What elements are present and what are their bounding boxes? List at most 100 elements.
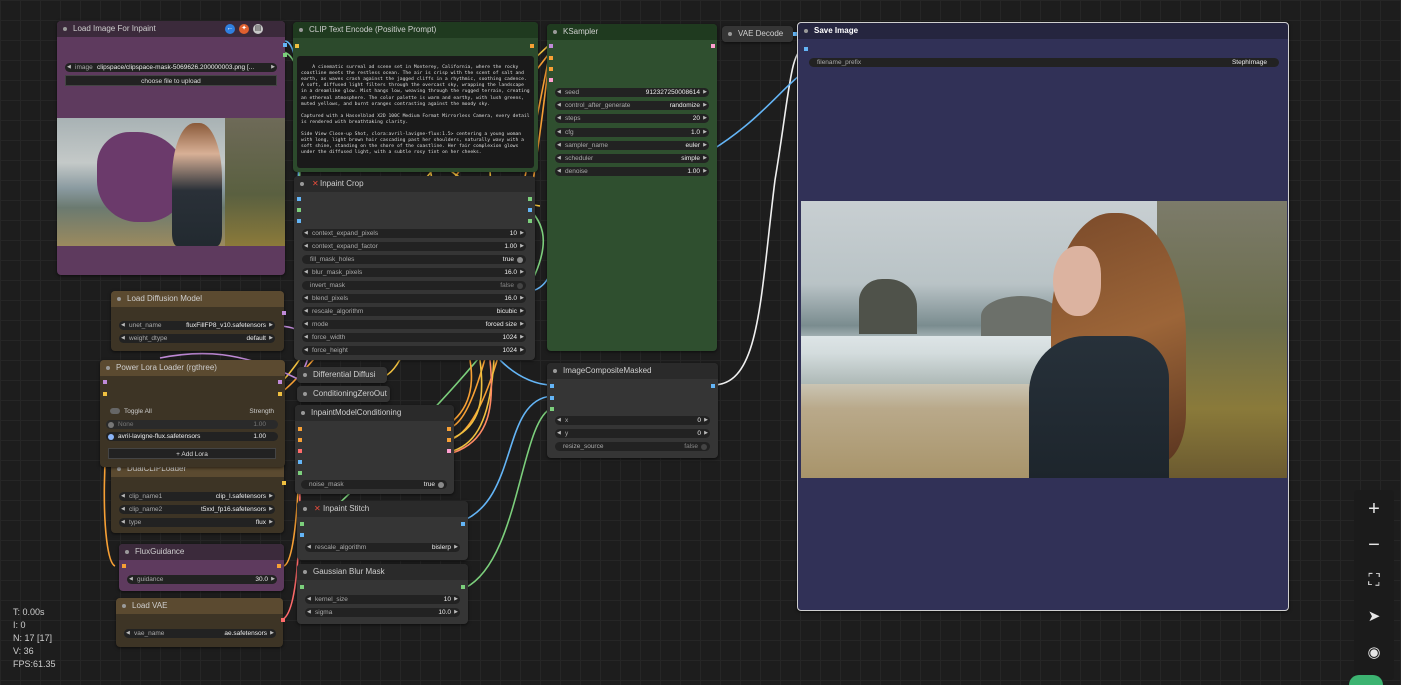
node-save-image[interactable]: Save Image filename_prefix StephImage bbox=[797, 22, 1289, 611]
lora-toggle-2[interactable] bbox=[108, 433, 114, 440]
output-slot-cropped-image[interactable] bbox=[528, 208, 532, 212]
output-slot-clip[interactable] bbox=[282, 481, 286, 485]
control-after-generate-select[interactable]: control_after_generaterandomize bbox=[555, 101, 709, 110]
output-slot-vae[interactable] bbox=[281, 618, 285, 622]
node-load-vae[interactable]: Load VAE vae_nameae.safetensors bbox=[116, 598, 285, 647]
output-slot-model[interactable] bbox=[278, 380, 282, 384]
noise-mask-toggle[interactable]: noise_mask true bbox=[301, 480, 447, 489]
input-slot-inpainted-image[interactable] bbox=[300, 533, 304, 537]
node-title[interactable]: Load VAE bbox=[116, 598, 283, 614]
input-slot-optional[interactable] bbox=[297, 219, 301, 223]
input-slot-destination[interactable] bbox=[550, 384, 554, 388]
invert-mask-toggle[interactable]: invert_mask false bbox=[302, 281, 526, 290]
type-select[interactable]: typeflux bbox=[119, 518, 275, 527]
fill-mask-holes-toggle[interactable]: fill_mask_holes true bbox=[302, 255, 526, 264]
node-title[interactable]: ImageCompositeMasked bbox=[547, 363, 718, 379]
node-title[interactable]: KSampler bbox=[547, 24, 717, 40]
lora-toggle-1[interactable] bbox=[108, 421, 114, 428]
node-inpaint-model-conditioning[interactable]: InpaintModelConditioning noise_mask true bbox=[295, 405, 454, 494]
node-title[interactable]: FluxGuidance bbox=[119, 544, 284, 560]
input-slot-source[interactable] bbox=[550, 396, 554, 400]
output-slot-mask[interactable] bbox=[283, 53, 287, 57]
node-power-lora-loader[interactable]: Power Lora Loader (rgthree) Toggle All S… bbox=[100, 360, 285, 467]
toggle-all-row[interactable]: Toggle All Strength bbox=[108, 407, 278, 416]
node-vae-decode[interactable]: VAE Decode bbox=[722, 26, 797, 42]
input-slot-mask[interactable] bbox=[300, 585, 304, 589]
output-slot-positive[interactable] bbox=[447, 427, 451, 431]
node-title[interactable]: Inpaint Stitch bbox=[297, 501, 468, 517]
lora-row-1[interactable]: None 1.00 bbox=[106, 420, 278, 429]
unet-name-select[interactable]: unet_namefluxFillFP8_v10.safetensors bbox=[119, 321, 275, 330]
node-title[interactable]: Gaussian Blur Mask bbox=[297, 564, 468, 580]
input-slot-model[interactable] bbox=[103, 380, 107, 384]
fire-icon[interactable]: ✦ bbox=[239, 24, 249, 34]
sigma-field[interactable]: sigma10.0 bbox=[305, 608, 460, 617]
node-flux-guidance[interactable]: FluxGuidance guidance30.0 bbox=[119, 544, 284, 591]
input-slot-model[interactable] bbox=[549, 44, 553, 48]
input-slot-image[interactable] bbox=[297, 197, 301, 201]
node-load-image-for-inpaint[interactable]: Load Image For Inpaint ← ✦ ▤ image clips… bbox=[57, 21, 287, 275]
vae-name-select[interactable]: vae_nameae.safetensors bbox=[124, 629, 276, 638]
context-expand-pixels-field[interactable]: context_expand_pixels10 bbox=[302, 229, 526, 238]
cfg-field[interactable]: cfg1.0 bbox=[555, 128, 709, 137]
choose-file-button[interactable]: choose file to upload bbox=[65, 75, 277, 86]
context-expand-factor-field[interactable]: context_expand_factor1.00 bbox=[302, 242, 526, 251]
add-lora-button[interactable]: + Add Lora bbox=[108, 448, 276, 459]
output-slot-latent[interactable] bbox=[711, 44, 715, 48]
zoom-out-icon[interactable]: − bbox=[1354, 530, 1394, 560]
blend-pixels-field[interactable]: blend_pixels16.0 bbox=[302, 294, 526, 303]
node-inpaint-crop[interactable]: Inpaint Crop context_expand_pixels10 con… bbox=[294, 176, 535, 360]
node-image-composite-masked[interactable]: ImageCompositeMasked x0 y0 resize_source… bbox=[547, 363, 718, 458]
document-icon[interactable]: ▤ bbox=[253, 24, 263, 34]
input-slot-images[interactable] bbox=[804, 47, 808, 51]
input-slot-mask[interactable] bbox=[297, 208, 301, 212]
node-differential-diffusion[interactable]: Differential Diffusi bbox=[297, 367, 387, 383]
disable-icon[interactable]: ✕ bbox=[312, 180, 319, 188]
input-slot-clip[interactable] bbox=[103, 392, 107, 396]
y-field[interactable]: y0 bbox=[555, 429, 710, 438]
resize-source-toggle[interactable]: resize_source false bbox=[555, 442, 710, 451]
node-dual-clip-loader[interactable]: DualCLIPLoader clip_name1clip_l.safetens… bbox=[111, 461, 286, 533]
input-slot-negative[interactable] bbox=[549, 67, 553, 71]
clip-name2-select[interactable]: clip_name2t5xxl_fp16.safetensors bbox=[119, 505, 275, 514]
input-slot-pixels[interactable] bbox=[298, 460, 302, 464]
status-indicator[interactable] bbox=[1349, 675, 1383, 685]
node-title[interactable]: Load Diffusion Model bbox=[111, 291, 284, 307]
force-height-field[interactable]: force_height1024 bbox=[302, 346, 526, 355]
sampler-name-select[interactable]: sampler_nameeuler bbox=[555, 141, 709, 150]
input-slot-vae[interactable] bbox=[298, 449, 302, 453]
output-slot-image[interactable] bbox=[461, 522, 465, 526]
node-load-diffusion-model[interactable]: Load Diffusion Model unet_namefluxFillFP… bbox=[111, 291, 286, 351]
node-title[interactable]: VAE Decode bbox=[722, 26, 793, 42]
select-tool-icon[interactable]: ➤ bbox=[1354, 602, 1394, 632]
fit-view-icon[interactable]: ⛶ bbox=[1354, 566, 1394, 596]
rescale-algorithm-select[interactable]: rescale_algorithmbicubic bbox=[302, 307, 526, 316]
toggle-all-switch[interactable] bbox=[110, 408, 120, 414]
input-slot-mask[interactable] bbox=[298, 471, 302, 475]
node-title[interactable]: CLIP Text Encode (Positive Prompt) bbox=[293, 22, 538, 38]
node-clip-text-encode[interactable]: CLIP Text Encode (Positive Prompt) A cin… bbox=[293, 22, 538, 172]
scheduler-select[interactable]: schedulersimple bbox=[555, 154, 709, 163]
output-slot-conditioning[interactable] bbox=[530, 44, 534, 48]
clip-name1-select[interactable]: clip_name1clip_l.safetensors bbox=[119, 492, 275, 501]
x-field[interactable]: x0 bbox=[555, 416, 710, 425]
input-slot-clip[interactable] bbox=[295, 44, 299, 48]
output-slot-mask[interactable] bbox=[461, 585, 465, 589]
input-slot-conditioning[interactable] bbox=[122, 564, 126, 568]
guidance-field[interactable]: guidance30.0 bbox=[127, 575, 277, 584]
output-slot-image[interactable] bbox=[711, 384, 715, 388]
output-slot-clip[interactable] bbox=[278, 392, 282, 396]
eye-icon[interactable]: ◉ bbox=[1354, 638, 1394, 668]
disable-icon[interactable]: ✕ bbox=[314, 505, 321, 513]
node-title[interactable]: Inpaint Crop bbox=[294, 176, 535, 192]
filename-prefix-field[interactable]: filename_prefix StephImage bbox=[809, 58, 1279, 67]
input-slot-negative[interactable] bbox=[298, 438, 302, 442]
stitch-rescale-algorithm-select[interactable]: rescale_algorithmbislerp bbox=[305, 543, 460, 552]
output-slot-stitch[interactable] bbox=[528, 197, 532, 201]
node-title[interactable]: Load Image For Inpaint bbox=[57, 21, 285, 37]
image-select[interactable]: image clipspace/clipspace-mask-5069626.2… bbox=[65, 63, 277, 72]
input-slot-stitch[interactable] bbox=[300, 522, 304, 526]
node-title[interactable]: Differential Diffusi bbox=[297, 367, 387, 383]
input-slot-positive[interactable] bbox=[549, 56, 553, 60]
node-title[interactable]: Power Lora Loader (rgthree) bbox=[100, 360, 285, 376]
